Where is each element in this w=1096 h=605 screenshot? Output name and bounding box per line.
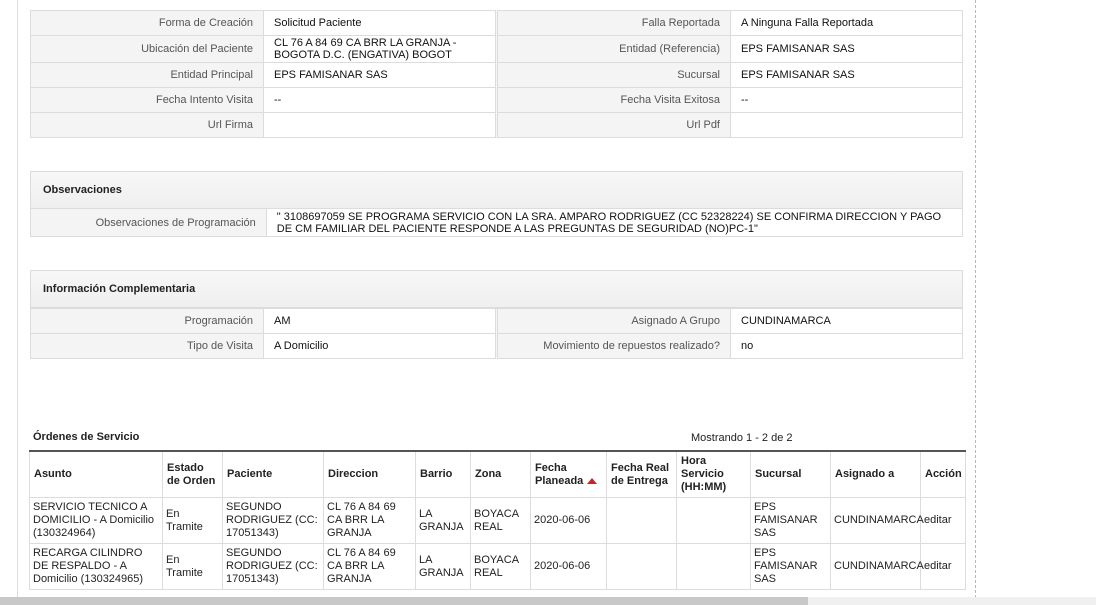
- cell-fecha-real: [606, 497, 677, 544]
- column-header-asunto[interactable]: Asunto: [29, 451, 163, 498]
- detail-label: Movimiento de repuestos realizado?: [497, 333, 731, 359]
- column-header-barrio[interactable]: Barrio: [415, 451, 471, 498]
- detail-label: Url Firma: [30, 112, 264, 138]
- detail-value: CUNDINAMARCA: [730, 308, 963, 334]
- cell-estado: En Tramite: [162, 543, 223, 590]
- fecha-planeada-label: Fecha Planeada: [535, 461, 584, 487]
- detail-value: EPS FAMISANAR SAS: [263, 62, 496, 88]
- detail-label: Sucursal: [497, 62, 731, 88]
- orders-title: Órdenes de Servicio: [33, 431, 140, 443]
- table-row: SERVICIO TECNICO A DOMICILIO - A Domicil…: [29, 497, 966, 544]
- left-border: [17, 0, 18, 600]
- cell-asignado: CUNDINAMARCA: [830, 543, 924, 590]
- cell-sucursal: EPS FAMISANAR SAS: [750, 543, 831, 590]
- cell-asunto: SERVICIO TECNICO A DOMICILIO - A Domicil…: [29, 497, 163, 544]
- url-pdf-link[interactable]: [730, 112, 963, 138]
- sort-ascending-icon: [587, 477, 598, 484]
- table-row: RECARGA CILINDRO DE RESPALDO - A Domicil…: [29, 543, 966, 590]
- detail-label: Tipo de Visita: [30, 333, 264, 359]
- column-header-direccion[interactable]: Direccion: [323, 451, 416, 498]
- detail-row: Ubicación del Paciente CL 76 A 84 69 CA …: [30, 35, 963, 63]
- detail-row: Entidad Principal EPS FAMISANAR SAS Sucu…: [30, 62, 963, 88]
- observacion-row: Observaciones de Programación " 31086970…: [30, 208, 964, 237]
- section-title: Observaciones: [31, 172, 962, 209]
- cell-zona: BOYACA REAL: [470, 543, 531, 590]
- detail-label: Programación: [30, 308, 264, 334]
- detail-value: --: [730, 87, 963, 113]
- cell-barrio: LA GRANJA: [415, 497, 471, 544]
- observaciones-section: Observaciones: [30, 171, 963, 210]
- detail-value: AM: [263, 308, 496, 334]
- column-header-paciente[interactable]: Paciente: [222, 451, 324, 498]
- cell-asignado: CUNDINAMARCA: [830, 497, 924, 544]
- detail-row: Fecha Intento Visita -- Fecha Visita Exi…: [30, 87, 963, 113]
- detail-row: Programación AM Asignado A Grupo CUNDINA…: [30, 308, 963, 334]
- detail-row: Forma de Creación Solicitud Paciente Fal…: [30, 10, 963, 36]
- editar-link[interactable]: editar: [924, 560, 952, 572]
- cell-fecha-planeada: 2020-06-06: [530, 497, 607, 544]
- orders-header-row: Asunto Estado de Orden Paciente Direccio…: [29, 451, 966, 498]
- cell-barrio: LA GRANJA: [415, 543, 471, 590]
- orders-pagination-count: Mostrando 1 - 2 de 2: [691, 432, 793, 444]
- detail-label: Entidad Principal: [30, 62, 264, 88]
- cell-direccion: CL 76 A 84 69 CA BRR LA GRANJA: [323, 543, 416, 590]
- detail-value: A Domicilio: [263, 333, 496, 359]
- detail-value: CL 76 A 84 69 CA BRR LA GRANJA - BOGOTA …: [263, 35, 496, 63]
- detail-label: Entidad (Referencia): [497, 35, 731, 63]
- cell-estado: En Tramite: [162, 497, 223, 544]
- cell-accion: editar: [920, 497, 966, 544]
- cell-sucursal: EPS FAMISANAR SAS: [750, 497, 831, 544]
- column-header-estado[interactable]: Estado de Orden: [162, 451, 223, 498]
- right-dashed-divider: [975, 0, 976, 598]
- detail-value: no: [730, 333, 963, 359]
- column-header-zona[interactable]: Zona: [470, 451, 531, 498]
- column-header-accion: Acción: [920, 451, 966, 498]
- editar-link[interactable]: editar: [924, 514, 952, 526]
- cell-accion: editar: [920, 543, 966, 590]
- orders-table: Asunto Estado de Orden Paciente Direccio…: [29, 450, 966, 590]
- detail-label: Url Pdf: [497, 112, 731, 138]
- cell-hora: [676, 543, 751, 590]
- horizontal-scrollbar[interactable]: [0, 597, 1096, 605]
- section-title: Información Complementaria: [31, 271, 962, 308]
- cell-asunto: RECARGA CILINDRO DE RESPALDO - A Domicil…: [29, 543, 163, 590]
- detail-label: Asignado A Grupo: [497, 308, 731, 334]
- visit-details-table: Forma de Creación Solicitud Paciente Fal…: [30, 10, 963, 138]
- observacion-label: Observaciones de Programación: [30, 208, 267, 237]
- column-header-sucursal[interactable]: Sucursal: [750, 451, 831, 498]
- cell-zona: BOYACA REAL: [470, 497, 531, 544]
- detail-value: A Ninguna Falla Reportada: [730, 10, 963, 36]
- cell-fecha-real: [606, 543, 677, 590]
- scrollbar-thumb[interactable]: [0, 597, 808, 605]
- column-header-hora[interactable]: Hora Servicio (HH:MM): [676, 451, 751, 498]
- cell-hora: [676, 497, 751, 544]
- detail-label: Forma de Creación: [30, 10, 264, 36]
- detail-value: EPS FAMISANAR SAS: [730, 35, 963, 63]
- detail-label: Falla Reportada: [497, 10, 731, 36]
- observacion-value: " 3108697059 SE PROGRAMA SERVICIO CON LA…: [265, 208, 964, 237]
- detail-value: EPS FAMISANAR SAS: [730, 62, 963, 88]
- detail-label: Fecha Visita Exitosa: [497, 87, 731, 113]
- column-header-fecha-planeada[interactable]: Fecha Planeada: [530, 451, 607, 498]
- detail-label: Fecha Intento Visita: [30, 87, 264, 113]
- complementaria-table: Programación AM Asignado A Grupo CUNDINA…: [30, 308, 963, 359]
- column-header-fecha-real[interactable]: Fecha Real de Entrega: [606, 451, 677, 498]
- url-firma-link[interactable]: [263, 112, 496, 138]
- observaciones-table: Observaciones de Programación " 31086970…: [30, 208, 964, 237]
- informacion-complementaria-section: Información Complementaria: [30, 270, 963, 309]
- column-header-asignado[interactable]: Asignado a: [830, 451, 921, 498]
- cell-paciente: SEGUNDO RODRIGUEZ (CC: 17051343): [222, 543, 324, 590]
- detail-value: Solicitud Paciente: [263, 10, 496, 36]
- detail-value: --: [263, 87, 496, 113]
- cell-direccion: CL 76 A 84 69 CA BRR LA GRANJA: [323, 497, 416, 544]
- detail-row: Tipo de Visita A Domicilio Movimiento de…: [30, 333, 963, 359]
- detail-row: Url Firma Url Pdf: [30, 112, 963, 138]
- cell-paciente: SEGUNDO RODRIGUEZ (CC: 17051343): [222, 497, 324, 544]
- detail-label: Ubicación del Paciente: [30, 35, 264, 63]
- cell-fecha-planeada: 2020-06-06: [530, 543, 607, 590]
